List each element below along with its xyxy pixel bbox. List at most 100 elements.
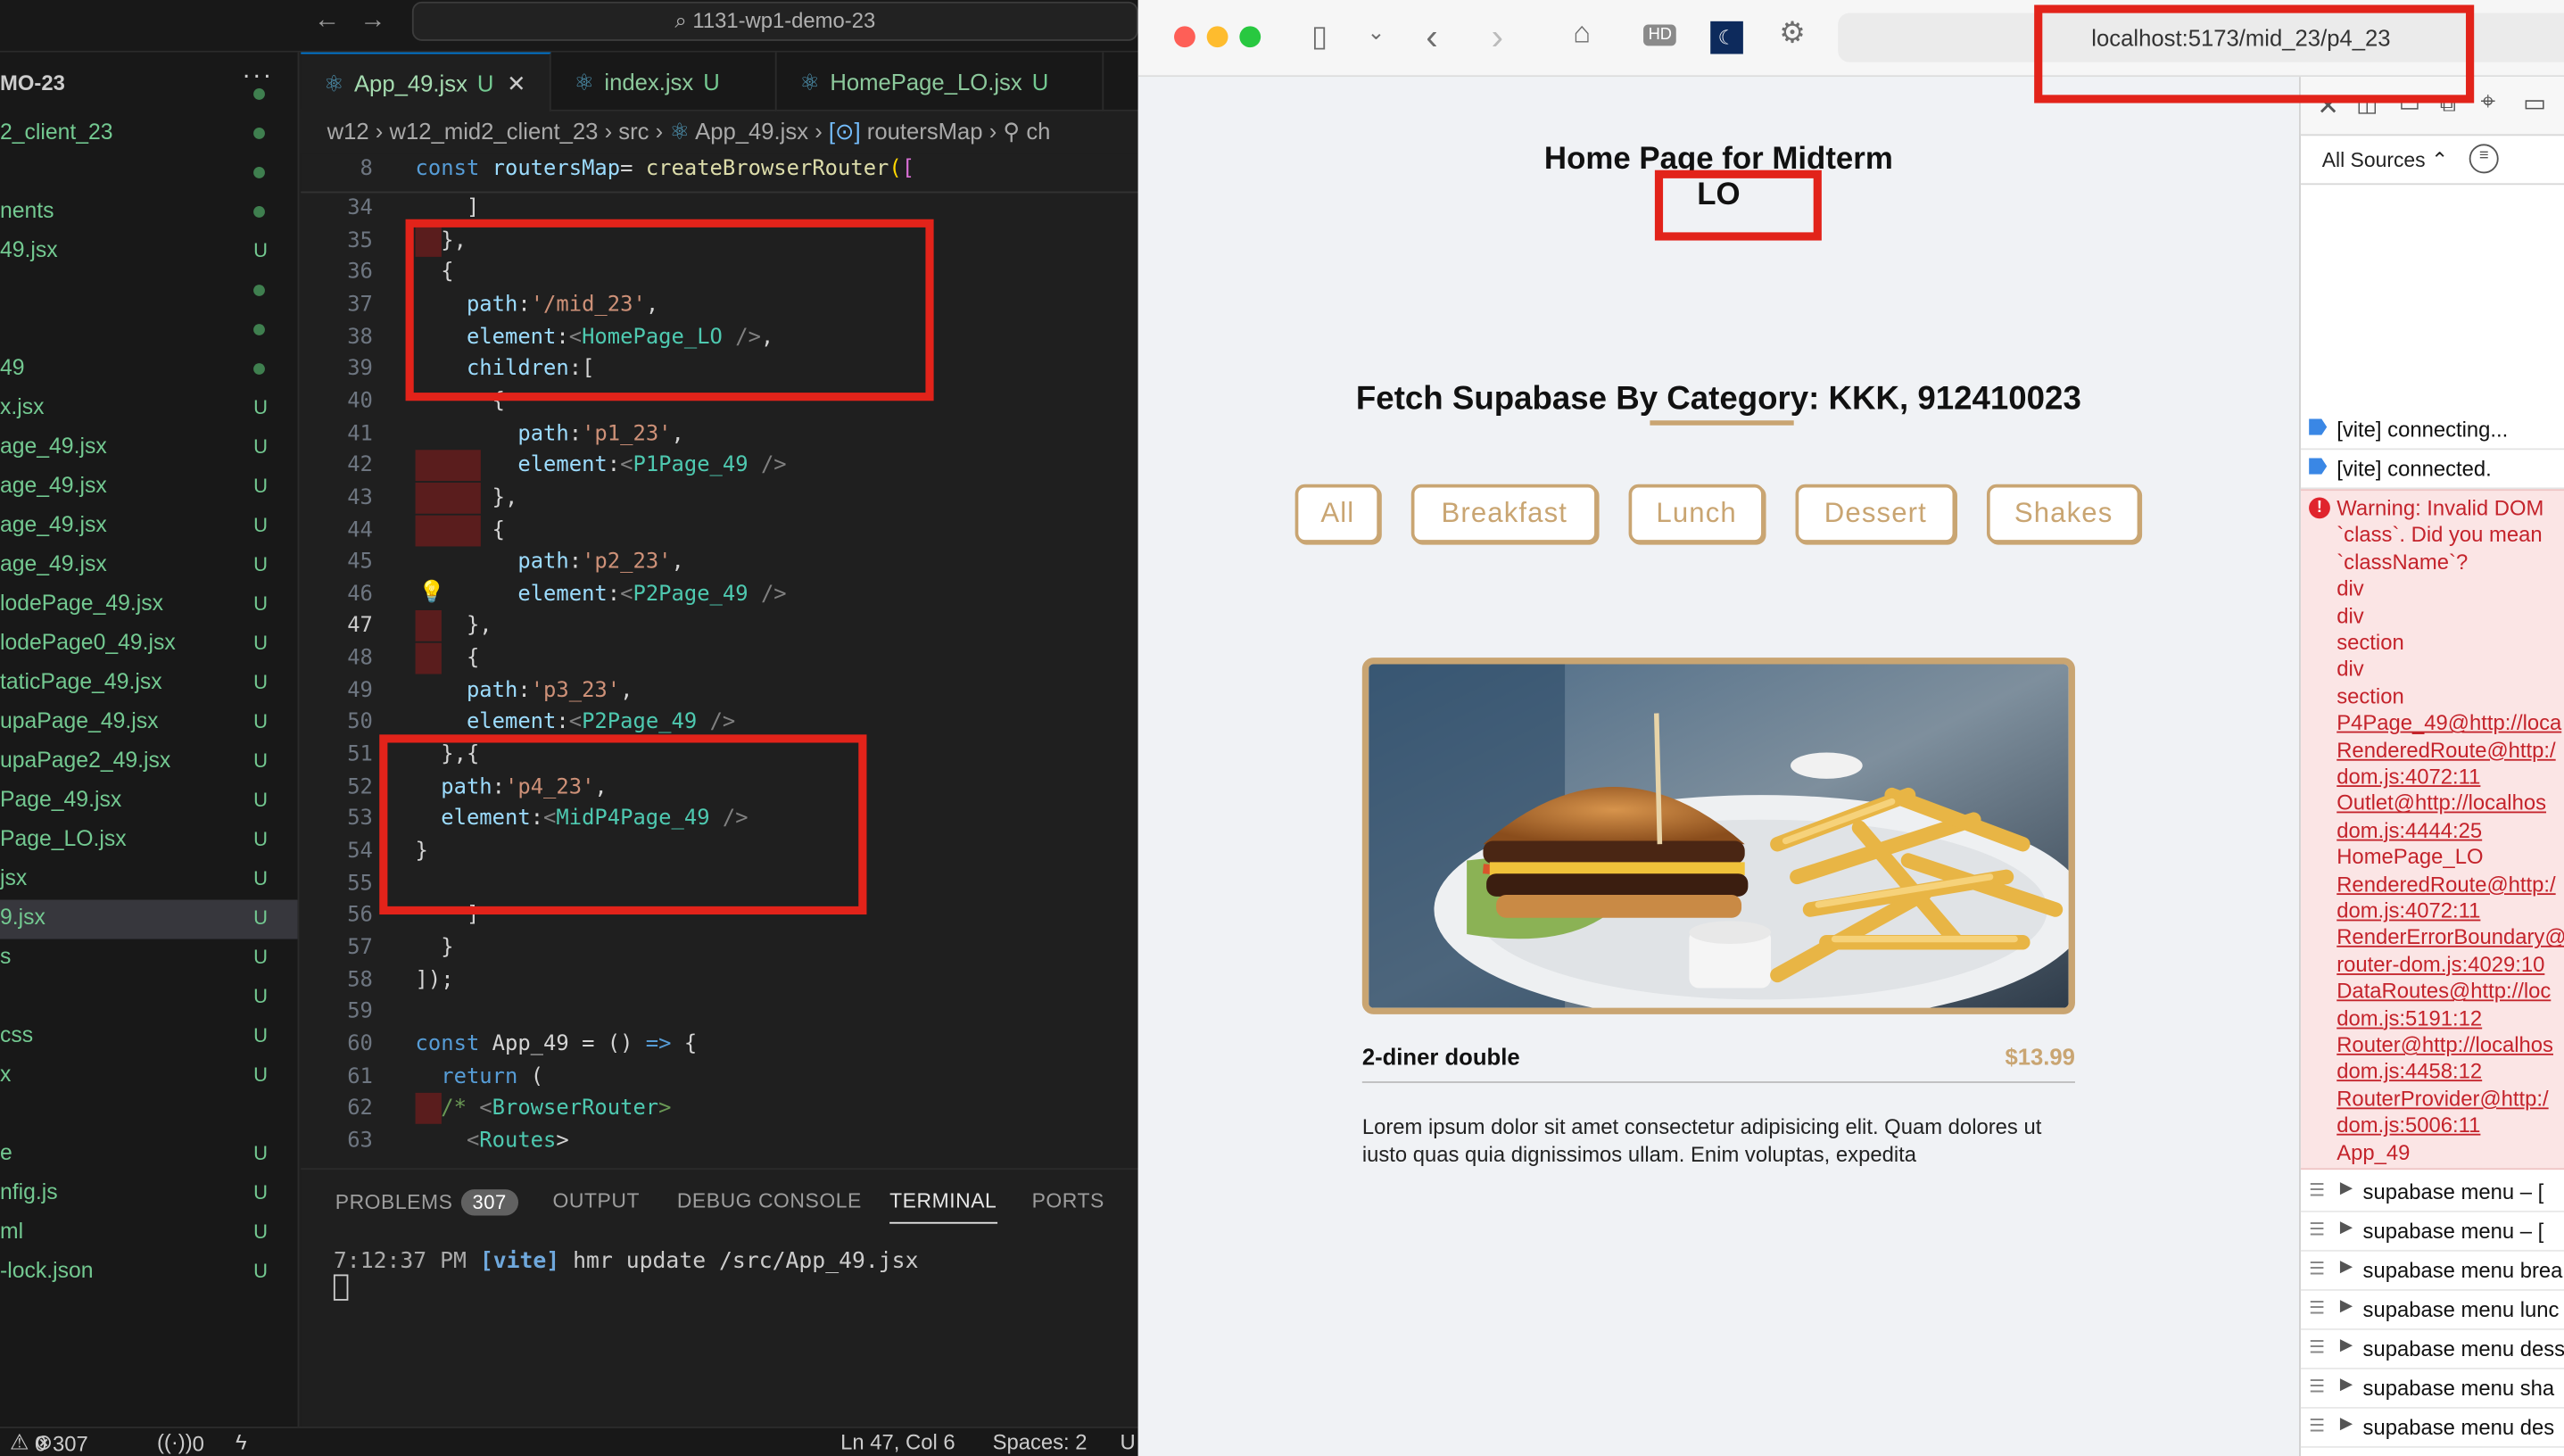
code-line[interactable]: ] bbox=[416, 196, 479, 221]
category-shakes-button[interactable]: Shakes bbox=[1986, 484, 2141, 543]
disclosure-triangle-icon[interactable]: ▶ bbox=[2340, 1415, 2353, 1433]
console-group-row[interactable]: ☰ ▶ supabase menu lunc bbox=[2300, 1291, 2564, 1330]
disclosure-triangle-icon[interactable]: ▶ bbox=[2340, 1219, 2353, 1237]
indentation[interactable]: Spaces: 2 bbox=[993, 1430, 1088, 1455]
explorer-file-item[interactable]: Page_LO.jsx U bbox=[0, 822, 298, 861]
code-line[interactable]: } bbox=[416, 936, 453, 961]
stack-trace-link[interactable]: Router@http://localhos bbox=[2337, 1032, 2553, 1057]
explorer-file-item[interactable]: xU bbox=[0, 1057, 298, 1096]
explorer-file-item[interactable]: jsx U bbox=[0, 861, 298, 900]
code-line[interactable]: element:<P2Page_49 /> bbox=[416, 711, 735, 736]
explorer-file-item[interactable]: taticPage_49.jsx U bbox=[0, 664, 298, 703]
stack-trace-link[interactable]: dom.js:4072:11 bbox=[2337, 898, 2480, 923]
stack-trace-link[interactable]: RouterProvider@http:/ bbox=[2337, 1086, 2548, 1111]
tab-index[interactable]: ⚛ index.jsx U bbox=[551, 52, 777, 112]
explorer-file-item[interactable]: x.jsx U bbox=[0, 389, 298, 428]
tab-output[interactable]: OUTPUT bbox=[553, 1189, 640, 1212]
explorer-file-item[interactable]: 2_client_23 bbox=[0, 114, 298, 153]
encoding[interactable]: U bbox=[1121, 1430, 1136, 1455]
explorer-file-item[interactable]: 9.jsx U bbox=[0, 899, 298, 939]
disclosure-triangle-icon[interactable]: ▶ bbox=[2340, 1179, 2353, 1197]
explorer-file-item[interactable]: nfig.js U bbox=[0, 1175, 298, 1214]
dark-mode-icon[interactable]: ☾ bbox=[1710, 21, 1743, 54]
explorer-file-item[interactable]: upaPage2_49.jsx U bbox=[0, 743, 298, 782]
category-lunch-button[interactable]: Lunch bbox=[1628, 484, 1765, 543]
code-line[interactable]: path:'p2_23', bbox=[416, 550, 684, 575]
disclosure-triangle-icon[interactable]: ▶ bbox=[2340, 1297, 2353, 1315]
code-line[interactable]: }, bbox=[416, 485, 518, 510]
explorer-file-item[interactable]: age_49.jsx U bbox=[0, 428, 298, 467]
category-breakfast-button[interactable]: Breakfast bbox=[1410, 484, 1598, 543]
code-line[interactable]: const App_49 = () => { bbox=[416, 1032, 698, 1057]
category-all-button[interactable]: All bbox=[1294, 484, 1380, 543]
explorer-file-item[interactable] bbox=[0, 1096, 298, 1136]
command-center-search[interactable]: ⌕ 1131-wp1-demo-23 bbox=[411, 1, 1138, 41]
breadcrumb-item[interactable]: w12_mid2_client_23 bbox=[389, 118, 598, 144]
crosshair-icon[interactable]: ⌖ bbox=[2481, 88, 2496, 118]
code-line[interactable]: { bbox=[416, 646, 479, 671]
stack-trace-link[interactable]: router-dom.js:4029:10 bbox=[2337, 952, 2544, 977]
explorer-file-item[interactable]: sU bbox=[0, 939, 298, 979]
lightning-icon[interactable]: ϟ bbox=[236, 1430, 247, 1455]
stack-trace-link[interactable]: RenderedRoute@http:/ bbox=[2337, 737, 2555, 762]
disclosure-triangle-icon[interactable]: ▶ bbox=[2340, 1258, 2353, 1276]
explorer-file-item[interactable]: age_49.jsx U bbox=[0, 546, 298, 585]
ports-status[interactable]: ((·)) 0 bbox=[157, 1430, 204, 1456]
stack-trace-link[interactable]: dom.js:5191:12 bbox=[2337, 1005, 2482, 1030]
stack-trace-link[interactable]: P4Page_49@http://loca bbox=[2337, 710, 2561, 735]
category-dessert-button[interactable]: Dessert bbox=[1795, 484, 1956, 543]
explorer-file-item[interactable]: 49 bbox=[0, 350, 298, 389]
breadcrumb-item[interactable]: routersMap bbox=[867, 118, 983, 144]
code-line[interactable]: element:<P2Page_49 /> bbox=[416, 582, 786, 607]
stack-trace-link[interactable]: dom.js:4458:12 bbox=[2337, 1059, 2482, 1084]
code-line[interactable]: { bbox=[416, 517, 505, 542]
gear-icon[interactable]: ⚙ bbox=[1779, 16, 1806, 51]
disclosure-triangle-icon[interactable]: ▶ bbox=[2340, 1336, 2353, 1354]
stack-trace-link[interactable]: dom.js:5006:11 bbox=[2337, 1113, 2480, 1138]
close-window-button[interactable] bbox=[1174, 26, 1195, 48]
back-icon[interactable]: ‹ bbox=[1426, 16, 1437, 59]
device-icon[interactable]: ▭ bbox=[2523, 88, 2546, 118]
sidebar-toggle-icon[interactable]: ▯ bbox=[1311, 20, 1327, 54]
code-line[interactable]: }, bbox=[416, 614, 492, 639]
explorer-file-item[interactable]: 49.jsx U bbox=[0, 232, 298, 271]
stack-trace-link[interactable]: RenderErrorBoundary@ bbox=[2337, 925, 2564, 950]
console-group-row[interactable]: ☰ ▶ supabase menu des bbox=[2300, 1409, 2564, 1448]
forward-icon[interactable]: › bbox=[1492, 16, 1503, 59]
explorer-file-item[interactable]: ml U bbox=[0, 1214, 298, 1253]
explorer-file-item[interactable] bbox=[0, 310, 298, 350]
explorer-file-item[interactable] bbox=[0, 75, 298, 114]
console-group-row[interactable]: ☰ ▶ supabase menu brea bbox=[2300, 1252, 2564, 1291]
stack-trace-link[interactable]: dom.js:4072:11 bbox=[2337, 764, 2480, 789]
explorer-file-item[interactable]: age_49.jsx U bbox=[0, 507, 298, 546]
console-error-message[interactable]: ! Warning: Invalid DOM `class`. Did you m… bbox=[2300, 489, 2564, 1171]
sticky-scroll-line[interactable]: 8 const routersMap= createBrowserRouter(… bbox=[301, 153, 1138, 194]
breadcrumb-item[interactable]: ch bbox=[1026, 118, 1050, 144]
filter-icon[interactable]: ≡ bbox=[2469, 144, 2499, 174]
console-group-row[interactable]: ☰ ▶ supabase menu – [ bbox=[2300, 1212, 2564, 1252]
tab-terminal[interactable]: TERMINAL bbox=[889, 1189, 997, 1224]
console-group-row[interactable]: ☰ ▶ supabase menu sha bbox=[2300, 1369, 2564, 1409]
minimize-window-button[interactable] bbox=[1206, 26, 1228, 48]
explorer-file-item[interactable] bbox=[0, 271, 298, 310]
tab-ports[interactable]: PORTS bbox=[1032, 1189, 1104, 1212]
hd-extension-icon[interactable]: HD bbox=[1643, 24, 1677, 46]
home-icon[interactable]: ⌂ bbox=[1573, 16, 1591, 51]
code-line[interactable]: /* <BrowserRouter> bbox=[416, 1096, 671, 1121]
explorer-file-item[interactable]: lodePage_49.jsx U bbox=[0, 585, 298, 625]
terminal-output[interactable]: 7:12:37 PM [vite] hmr update /src/App_49… bbox=[334, 1248, 919, 1274]
tab-app-49[interactable]: ⚛ App_49.jsx U ✕ bbox=[301, 52, 551, 112]
tab-problems[interactable]: PROBLEMS 307 bbox=[335, 1189, 518, 1216]
explorer-file-item[interactable]: U bbox=[0, 979, 298, 1018]
explorer-file-item[interactable]: eU bbox=[0, 1136, 298, 1175]
explorer-file-item[interactable]: age_49.jsx U bbox=[0, 467, 298, 507]
stack-trace-link[interactable]: RenderedRoute@http:/ bbox=[2337, 872, 2555, 897]
breadcrumb-item[interactable]: w12 bbox=[327, 118, 369, 144]
explorer-file-item[interactable]: upaPage_49.jsx U bbox=[0, 703, 298, 742]
tab-debug-console[interactable]: DEBUG CONSOLE bbox=[677, 1189, 862, 1212]
explorer-file-item[interactable]: nents bbox=[0, 193, 298, 232]
console-group-row[interactable]: ☰ ▶ supabase menu dess bbox=[2300, 1330, 2564, 1369]
code-line[interactable]: ]); bbox=[416, 968, 454, 993]
stack-trace-link[interactable]: DataRoutes@http://loc bbox=[2337, 979, 2551, 1004]
explorer-file-item[interactable]: -lock.json U bbox=[0, 1253, 298, 1293]
